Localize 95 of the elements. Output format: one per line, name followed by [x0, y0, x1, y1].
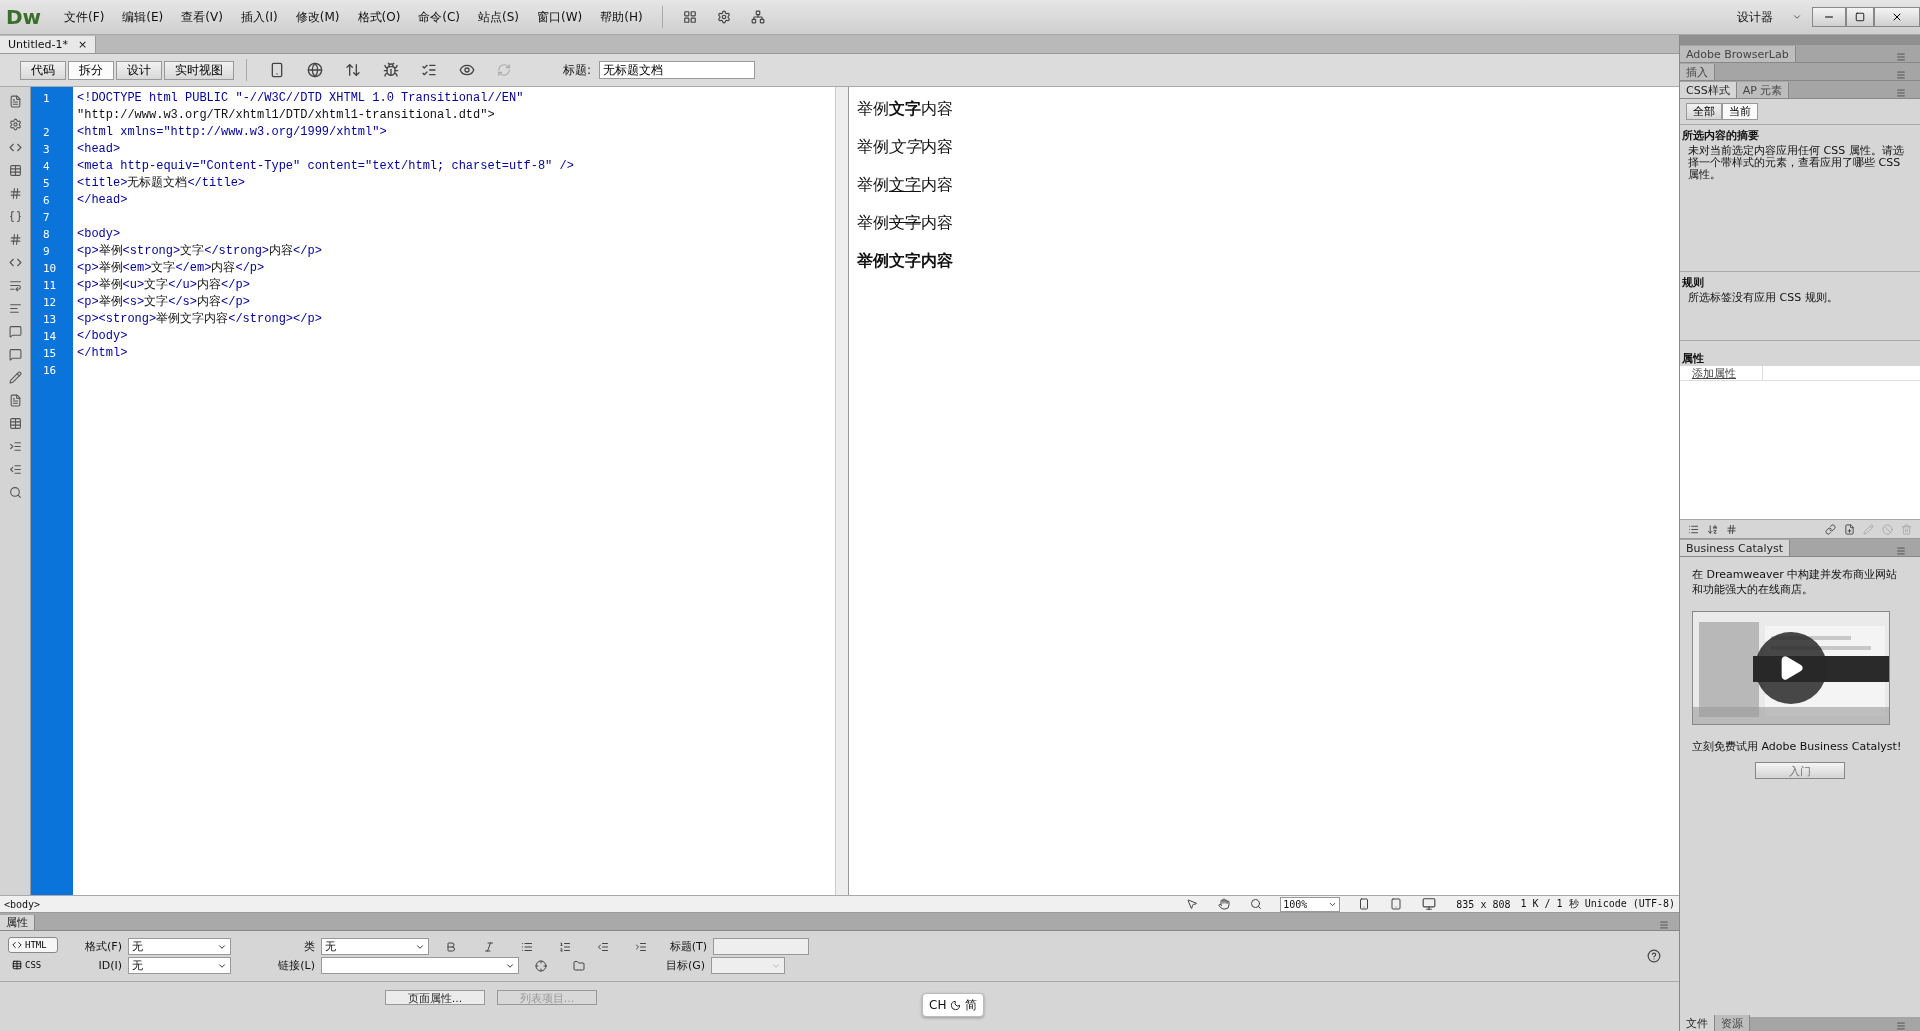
- section-heading: 所选内容的摘要: [1682, 128, 1760, 143]
- code-line: <html xmlns="http://www.w3.org/1999/xhtml">: [77, 124, 388, 141]
- field-label: ID(I): [97, 959, 122, 972]
- menu-item[interactable]: 站点(S): [469, 8, 529, 26]
- ime-indicator[interactable]: CH 简: [922, 993, 985, 1017]
- line-number: 2: [42, 125, 51, 141]
- mode-button[interactable]: HTML: [8, 937, 58, 953]
- intro-text: 在 Dreamweaver 中构建并发布商业网站和功能强大的在线商店。: [1692, 567, 1899, 597]
- line-number: 1: [42, 91, 51, 107]
- line-number: 4: [42, 159, 51, 175]
- code-line: </body>: [77, 328, 129, 345]
- menu-item[interactable]: 编辑(E): [113, 8, 173, 26]
- view-button[interactable]: 实时视图: [164, 60, 234, 80]
- id-select[interactable]: 无: [128, 957, 231, 974]
- section-heading: 规则: [1682, 275, 1705, 290]
- code-line: <p><strong>举例文字内容</strong></p>: [77, 311, 323, 328]
- view-button[interactable]: 拆分: [68, 60, 114, 80]
- panel-tab[interactable]: 插入: [1680, 64, 1715, 80]
- line-number: 3: [42, 142, 51, 158]
- panel-tab[interactable]: 资源: [1715, 1015, 1750, 1031]
- line-number: 15: [42, 346, 58, 362]
- panel-tab[interactable]: Adobe BrowserLab: [1680, 46, 1796, 62]
- section-heading: 属性: [1681, 351, 1705, 366]
- menu-item[interactable]: 插入(I): [231, 8, 287, 26]
- download-info: 1 K / 1 秒 Unicode (UTF-8): [1520, 897, 1675, 911]
- class-select[interactable]: 无: [321, 938, 429, 955]
- line-number: 9: [42, 244, 51, 260]
- line-number: 12: [42, 295, 58, 311]
- line-number: 5: [42, 176, 51, 192]
- get-started-button[interactable]: 入门: [1755, 762, 1845, 779]
- document-title: Untitled-1*: [8, 38, 68, 51]
- field-label: 类: [303, 939, 315, 954]
- line-number: 8: [42, 227, 51, 243]
- title-label: 标题:: [563, 61, 592, 79]
- code-line: </head>: [77, 192, 129, 209]
- line-number: 14: [42, 329, 58, 345]
- add-property-link[interactable]: 添加属性: [1680, 366, 1763, 380]
- line-number: 7: [42, 210, 51, 226]
- summary-text: 未对当前选定内容应用任何 CSS 属性。请选择一个带样式的元素，查看应用了哪些 CSS 属性。: [1687, 143, 1905, 181]
- menu-item[interactable]: 文件(F): [55, 8, 114, 26]
- code-line: <body>: [77, 226, 122, 243]
- line-number: 13: [42, 312, 58, 328]
- preview-paragraph: 举例文字内容: [857, 213, 954, 233]
- ime-script: 简: [965, 996, 978, 1014]
- field-label: 格式(F): [84, 939, 122, 954]
- code-line: <title>无标题文档</title>: [77, 175, 247, 192]
- page-properties-button[interactable]: 页面属性...: [385, 990, 485, 1005]
- rules-text: 所选标签没有应用 CSS 规则。: [1687, 290, 1839, 304]
- mode-button[interactable]: CSS: [8, 957, 58, 973]
- field-label: 标题(T): [668, 939, 707, 954]
- view-button[interactable]: 设计: [116, 60, 162, 80]
- menu-item[interactable]: 命令(C): [409, 8, 470, 26]
- menu-item[interactable]: 修改(M): [286, 8, 349, 26]
- preview-paragraph: 举例文字内容: [857, 99, 954, 119]
- app-logo: Dw: [6, 5, 42, 29]
- panel-tab[interactable]: CSS样式: [1680, 82, 1737, 98]
- panel-tab[interactable]: 属性: [0, 915, 35, 930]
- view-button[interactable]: 代码: [20, 60, 66, 80]
- code-line: <p>举例<s>文字</s>内容</p>: [77, 294, 251, 311]
- code-line: <head>: [77, 141, 122, 158]
- menu-item[interactable]: 窗口(W): [528, 8, 592, 26]
- promo-text: 立刻免费试用 Adobe Business Catalyst!: [1692, 739, 1903, 754]
- code-line: <p>举例<em>文字</em>内容</p>: [77, 260, 266, 277]
- panel-tab[interactable]: 文件: [1680, 1015, 1715, 1031]
- format-select[interactable]: 无: [128, 938, 231, 955]
- preview-paragraph: 举例文字内容: [857, 137, 954, 157]
- field-label: 链接(L): [277, 958, 315, 973]
- line-number: 11: [42, 278, 58, 294]
- menu-item[interactable]: 格式(O): [348, 8, 410, 26]
- ime-mode: CH: [929, 998, 947, 1012]
- close-icon[interactable]: ×: [78, 38, 88, 51]
- workspace-switcher[interactable]: 设计器: [1728, 8, 1782, 26]
- code-line: <!DOCTYPE html PUBLIC "-//W3C//DTD XHTML 1.0 Transitional//EN": [77, 90, 525, 107]
- panel-tab[interactable]: AP 元素: [1736, 82, 1790, 98]
- segment-button[interactable]: 当前: [1722, 103, 1758, 120]
- preview-paragraph: 举例文字内容: [857, 175, 954, 195]
- code-line: </html>: [77, 345, 129, 362]
- code-line: <p>举例<strong>文字</strong>内容</p>: [77, 243, 323, 260]
- segment-button[interactable]: 全部: [1686, 103, 1722, 120]
- menu-item[interactable]: 查看(V): [172, 8, 232, 26]
- line-number: 16: [42, 363, 58, 379]
- tag-selector[interactable]: <body>: [4, 898, 41, 910]
- code-line: "http://www.w3.org/TR/xhtml1/DTD/xhtml1-transitional.dtd">: [77, 107, 496, 124]
- zoom-select[interactable]: 100%: [1280, 896, 1341, 912]
- line-number: 10: [42, 261, 58, 277]
- panel-tab[interactable]: Business Catalyst: [1680, 540, 1791, 556]
- title-field[interactable]: 无标题文档: [599, 61, 756, 79]
- menu-item[interactable]: 帮助(H): [591, 8, 652, 26]
- window-size: 835 x 808: [1456, 898, 1511, 910]
- code-line: <meta http-equiv="Content-Type" content="text/html; charset=utf-8" />: [77, 158, 575, 175]
- document-tab[interactable]: Untitled-1* ×: [0, 36, 97, 53]
- code-line: <p>举例<u>文字</u>内容</p>: [77, 277, 251, 294]
- preview-paragraph: 举例文字内容: [857, 251, 954, 271]
- field-label: 目标(G): [664, 958, 705, 973]
- line-number: 6: [42, 193, 51, 209]
